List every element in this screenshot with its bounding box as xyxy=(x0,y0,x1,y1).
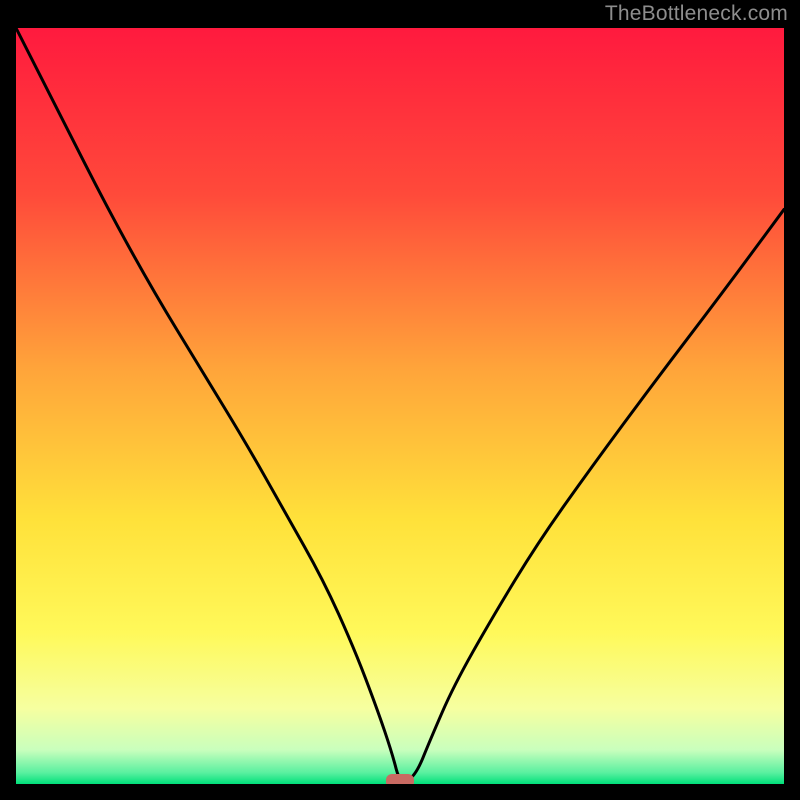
plot-area xyxy=(16,28,784,784)
chart-frame: TheBottleneck.com xyxy=(0,0,800,800)
gradient-background xyxy=(16,28,784,784)
minimum-marker xyxy=(386,774,414,784)
watermark-text: TheBottleneck.com xyxy=(605,2,788,26)
bottleneck-chart xyxy=(16,28,784,784)
